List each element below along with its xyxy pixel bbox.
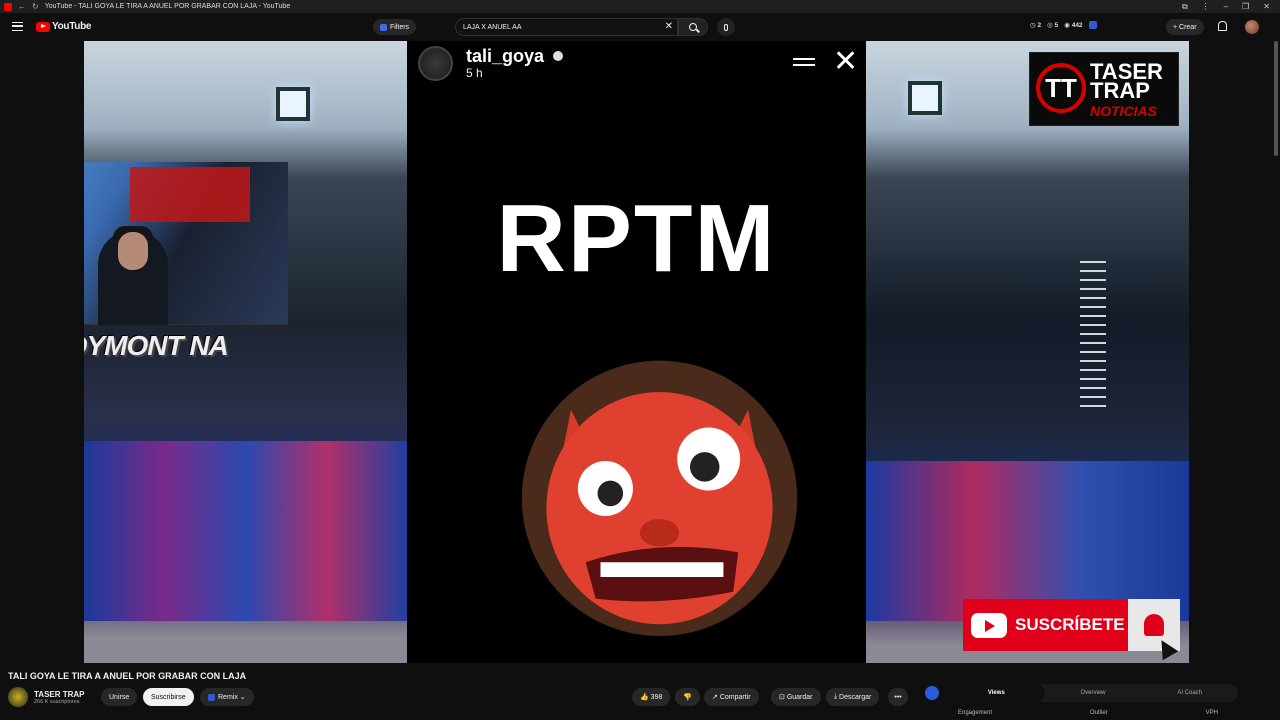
bell-icon bbox=[1144, 614, 1164, 636]
story-avatar bbox=[418, 46, 453, 81]
studio-background-right bbox=[866, 41, 1189, 663]
story-text: RPTM bbox=[496, 185, 777, 292]
search-button[interactable] bbox=[678, 18, 708, 36]
browser-menu-icon[interactable]: ⋮ bbox=[1202, 2, 1210, 12]
verified-badge-icon bbox=[553, 51, 563, 61]
reload-icon[interactable]: ↻ bbox=[32, 2, 39, 11]
clear-search-icon[interactable]: ✕ bbox=[665, 21, 673, 32]
tab-overview[interactable]: Overview bbox=[1045, 684, 1142, 702]
stat-1: ◷ 2 bbox=[1030, 22, 1042, 29]
studio-light bbox=[276, 87, 310, 121]
tab-views[interactable]: Views bbox=[948, 684, 1045, 702]
channel-avatar[interactable] bbox=[8, 687, 28, 707]
webcam-overlay bbox=[84, 162, 288, 325]
account-avatar[interactable] bbox=[1245, 20, 1259, 34]
tt-logo: TT bbox=[1036, 63, 1086, 113]
channel-subscribers: 266 K suscriptores bbox=[34, 698, 80, 705]
share-button[interactable]: ↗ Compartir bbox=[704, 688, 759, 706]
studio-background-left: SOYMONT NA bbox=[84, 41, 407, 663]
harbor-water bbox=[84, 441, 407, 621]
remix-icon bbox=[208, 693, 215, 701]
subscribe-button[interactable]: Suscribirse bbox=[143, 688, 194, 706]
analytics-tabs: Views Overview AI Coach bbox=[948, 684, 1238, 702]
thumbs-up-icon: 👍 bbox=[640, 694, 651, 701]
back-icon[interactable]: ← bbox=[18, 2, 26, 11]
filter-extension-icon bbox=[380, 23, 387, 31]
extensions-icon[interactable]: ⧉ bbox=[1182, 2, 1188, 12]
thumbs-down-icon: 👎 bbox=[683, 694, 692, 701]
search-icon bbox=[689, 23, 697, 31]
microphone-icon bbox=[724, 23, 728, 31]
subscribe-overlay: SUSCRÍBETE bbox=[963, 599, 1128, 651]
download-button[interactable]: ⤓ Descargar bbox=[826, 688, 880, 706]
ogre-emoji-icon bbox=[521, 360, 798, 636]
channel-name[interactable]: TASER TRAP bbox=[34, 690, 85, 699]
join-button[interactable]: Unirse bbox=[101, 688, 138, 706]
save-button[interactable]: ⊡ Guardar bbox=[771, 688, 821, 706]
create-button[interactable]: + Crear bbox=[1166, 19, 1204, 35]
harbor-water bbox=[866, 461, 1189, 621]
filters-button[interactable]: Filters bbox=[373, 19, 417, 35]
voice-search-button[interactable] bbox=[717, 18, 735, 36]
extension-stats: ◷ 2 ◎ 5 ◉ 442 bbox=[1030, 21, 1097, 29]
youtube-logo-icon bbox=[971, 612, 1007, 638]
dislike-button[interactable]: 👎 bbox=[675, 688, 700, 706]
streamer-tag: SOYMONT NA bbox=[84, 330, 229, 361]
notifications-bell-icon[interactable] bbox=[1218, 21, 1227, 31]
instagram-story: tali_goya 5 h ✕ RPTM bbox=[407, 41, 866, 663]
stat-3: ◉ 442 bbox=[1064, 22, 1083, 29]
search-input[interactable]: LAJA X ANUEL AA ✕ bbox=[455, 18, 678, 36]
analytics-columns: Engagement Outlier VPH bbox=[958, 710, 1218, 716]
story-close-icon: ✕ bbox=[833, 45, 859, 78]
remix-button[interactable]: Remix ⌄ bbox=[200, 688, 254, 706]
story-username: tali_goya bbox=[466, 46, 545, 66]
browser-tabbar: ← ↻ YouTube - TALI GOYA LE TIRA A ANUEL … bbox=[0, 0, 1280, 13]
share-icon: ↗ bbox=[712, 694, 720, 701]
tab-ai-coach[interactable]: AI Coach bbox=[1141, 684, 1238, 702]
channel-info: TASER TRAP 266 K suscriptores bbox=[8, 687, 85, 707]
hamburger-menu-icon[interactable] bbox=[12, 22, 23, 31]
page-scrollbar[interactable] bbox=[1274, 41, 1278, 156]
browser-title: YouTube - TALI GOYA LE TIRA A ANUEL POR … bbox=[44, 3, 291, 10]
studio-light bbox=[908, 81, 942, 115]
video-title: TALI GOYA LE TIRA A ANUEL POR GRABAR CON… bbox=[8, 671, 247, 681]
analytics-extension-icon[interactable] bbox=[925, 686, 939, 700]
youtube-header: YouTube Filters LAJA X ANUEL AA ✕ ◷ 2 ◎ … bbox=[0, 13, 1280, 41]
more-actions-button[interactable]: ••• bbox=[888, 688, 908, 706]
close-window-icon[interactable]: ✕ bbox=[1263, 2, 1270, 12]
minimize-icon[interactable]: – bbox=[1224, 2, 1228, 12]
story-menu-icon bbox=[793, 58, 815, 66]
extension-icon[interactable] bbox=[1088, 21, 1097, 29]
video-player[interactable]: SOYMONT NA tali_goya 5 h ✕ RPTM TT TASER… bbox=[84, 41, 1189, 663]
save-icon: ⊡ bbox=[779, 694, 787, 701]
skyscraper bbox=[1080, 261, 1106, 411]
youtube-play-icon bbox=[36, 21, 50, 32]
story-time: 5 h bbox=[466, 66, 483, 80]
restore-icon[interactable]: ❐ bbox=[1242, 2, 1249, 12]
youtube-logo[interactable]: YouTube bbox=[36, 21, 92, 32]
channel-watermark: TT TASER TRAP NOTICIAS bbox=[1029, 52, 1179, 126]
youtube-favicon-icon bbox=[4, 2, 12, 11]
like-button[interactable]: 👍 398 bbox=[632, 688, 671, 706]
stat-2: ◎ 5 bbox=[1047, 22, 1059, 29]
